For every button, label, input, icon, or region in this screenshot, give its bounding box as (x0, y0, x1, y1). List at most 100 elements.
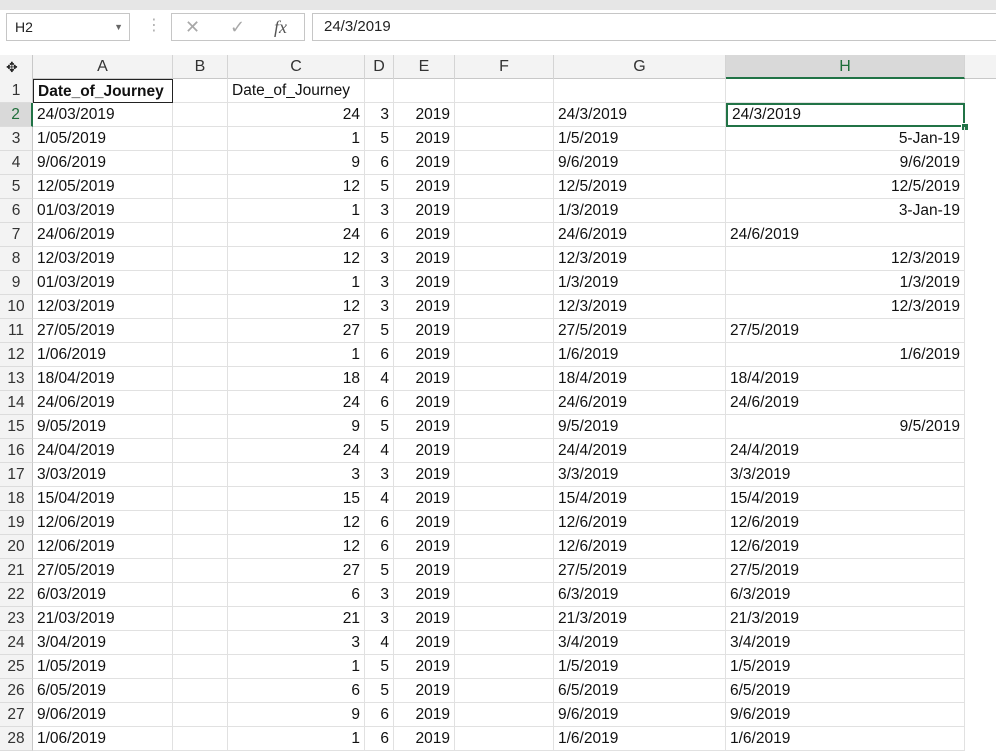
cell-b16[interactable] (173, 439, 228, 463)
row-header-15[interactable]: 15 (0, 415, 33, 439)
cell-h21[interactable]: 27/5/2019 (726, 559, 965, 583)
cell-e19[interactable]: 2019 (394, 511, 455, 535)
cell-f28[interactable] (455, 727, 554, 751)
cell-h19[interactable]: 12/6/2019 (726, 511, 965, 535)
cell-h2[interactable]: 24/3/2019 (726, 103, 965, 127)
row-header-16[interactable]: 16 (0, 439, 33, 463)
cell-f3[interactable] (455, 127, 554, 151)
column-header-c[interactable]: C (228, 55, 365, 79)
cell-f1[interactable] (455, 79, 554, 103)
cell-e22[interactable]: 2019 (394, 583, 455, 607)
cell-c8[interactable]: 12 (228, 247, 365, 271)
cell-a26[interactable]: 6/05/2019 (33, 679, 173, 703)
cell-g2[interactable]: 24/3/2019 (554, 103, 726, 127)
row-header-6[interactable]: 6 (0, 199, 33, 223)
column-header-b[interactable]: B (173, 55, 228, 79)
cell-e11[interactable]: 2019 (394, 319, 455, 343)
chevron-down-icon[interactable]: ▼ (114, 14, 123, 40)
cell-e25[interactable]: 2019 (394, 655, 455, 679)
cell-b8[interactable] (173, 247, 228, 271)
cell-e18[interactable]: 2019 (394, 487, 455, 511)
cell-d26[interactable]: 5 (365, 679, 394, 703)
cell-g4[interactable]: 9/6/2019 (554, 151, 726, 175)
cell-a7[interactable]: 24/06/2019 (33, 223, 173, 247)
row-header-5[interactable]: 5 (0, 175, 33, 199)
cell-b20[interactable] (173, 535, 228, 559)
cell-f6[interactable] (455, 199, 554, 223)
cell-b12[interactable] (173, 343, 228, 367)
cell-h26[interactable]: 6/5/2019 (726, 679, 965, 703)
cell-f16[interactable] (455, 439, 554, 463)
cell-h15[interactable]: 9/5/2019 (726, 415, 965, 439)
cell-e8[interactable]: 2019 (394, 247, 455, 271)
check-icon[interactable]: ✓ (230, 17, 245, 37)
cell-f17[interactable] (455, 463, 554, 487)
cell-c16[interactable]: 24 (228, 439, 365, 463)
formula-input[interactable]: 24/3/2019 (312, 13, 996, 41)
cell-a15[interactable]: 9/05/2019 (33, 415, 173, 439)
cell-b2[interactable] (173, 103, 228, 127)
select-all-button[interactable]: ✥ (0, 55, 33, 79)
cell-d20[interactable]: 6 (365, 535, 394, 559)
cell-g16[interactable]: 24/4/2019 (554, 439, 726, 463)
cell-a24[interactable]: 3/04/2019 (33, 631, 173, 655)
cell-f13[interactable] (455, 367, 554, 391)
x-icon[interactable]: ✕ (185, 17, 200, 37)
cell-d16[interactable]: 4 (365, 439, 394, 463)
cell-g5[interactable]: 12/5/2019 (554, 175, 726, 199)
cell-c5[interactable]: 12 (228, 175, 365, 199)
cell-b18[interactable] (173, 487, 228, 511)
row-header-10[interactable]: 10 (0, 295, 33, 319)
cell-b26[interactable] (173, 679, 228, 703)
cell-a18[interactable]: 15/04/2019 (33, 487, 173, 511)
cell-d25[interactable]: 5 (365, 655, 394, 679)
cell-d9[interactable]: 3 (365, 271, 394, 295)
cell-d15[interactable]: 5 (365, 415, 394, 439)
cell-f4[interactable] (455, 151, 554, 175)
cell-g12[interactable]: 1/6/2019 (554, 343, 726, 367)
cell-a12[interactable]: 1/06/2019 (33, 343, 173, 367)
cell-h3[interactable]: 5-Jan-19 (726, 127, 965, 151)
cell-g10[interactable]: 12/3/2019 (554, 295, 726, 319)
cell-h27[interactable]: 9/6/2019 (726, 703, 965, 727)
cell-b4[interactable] (173, 151, 228, 175)
cell-f12[interactable] (455, 343, 554, 367)
cell-f27[interactable] (455, 703, 554, 727)
cell-a11[interactable]: 27/05/2019 (33, 319, 173, 343)
row-header-27[interactable]: 27 (0, 703, 33, 727)
row-header-18[interactable]: 18 (0, 487, 33, 511)
cell-a25[interactable]: 1/05/2019 (33, 655, 173, 679)
cell-f25[interactable] (455, 655, 554, 679)
cell-c1[interactable]: Date_of_Journey (228, 79, 365, 103)
cell-h5[interactable]: 12/5/2019 (726, 175, 965, 199)
cell-e6[interactable]: 2019 (394, 199, 455, 223)
cell-f18[interactable] (455, 487, 554, 511)
cell-e10[interactable]: 2019 (394, 295, 455, 319)
cell-b6[interactable] (173, 199, 228, 223)
cell-f11[interactable] (455, 319, 554, 343)
cell-a21[interactable]: 27/05/2019 (33, 559, 173, 583)
cell-h23[interactable]: 21/3/2019 (726, 607, 965, 631)
cell-a4[interactable]: 9/06/2019 (33, 151, 173, 175)
cell-e9[interactable]: 2019 (394, 271, 455, 295)
cell-b5[interactable] (173, 175, 228, 199)
cell-e24[interactable]: 2019 (394, 631, 455, 655)
cell-c14[interactable]: 24 (228, 391, 365, 415)
cell-h18[interactable]: 15/4/2019 (726, 487, 965, 511)
cell-c3[interactable]: 1 (228, 127, 365, 151)
cell-c11[interactable]: 27 (228, 319, 365, 343)
cell-g7[interactable]: 24/6/2019 (554, 223, 726, 247)
cell-h20[interactable]: 12/6/2019 (726, 535, 965, 559)
cell-d7[interactable]: 6 (365, 223, 394, 247)
cell-h11[interactable]: 27/5/2019 (726, 319, 965, 343)
cell-g27[interactable]: 9/6/2019 (554, 703, 726, 727)
cell-c6[interactable]: 1 (228, 199, 365, 223)
cell-g23[interactable]: 21/3/2019 (554, 607, 726, 631)
row-header-9[interactable]: 9 (0, 271, 33, 295)
cell-f19[interactable] (455, 511, 554, 535)
cell-a14[interactable]: 24/06/2019 (33, 391, 173, 415)
cell-f8[interactable] (455, 247, 554, 271)
cell-b22[interactable] (173, 583, 228, 607)
more-options-icon[interactable]: ⋮ (146, 16, 162, 36)
row-header-25[interactable]: 25 (0, 655, 33, 679)
